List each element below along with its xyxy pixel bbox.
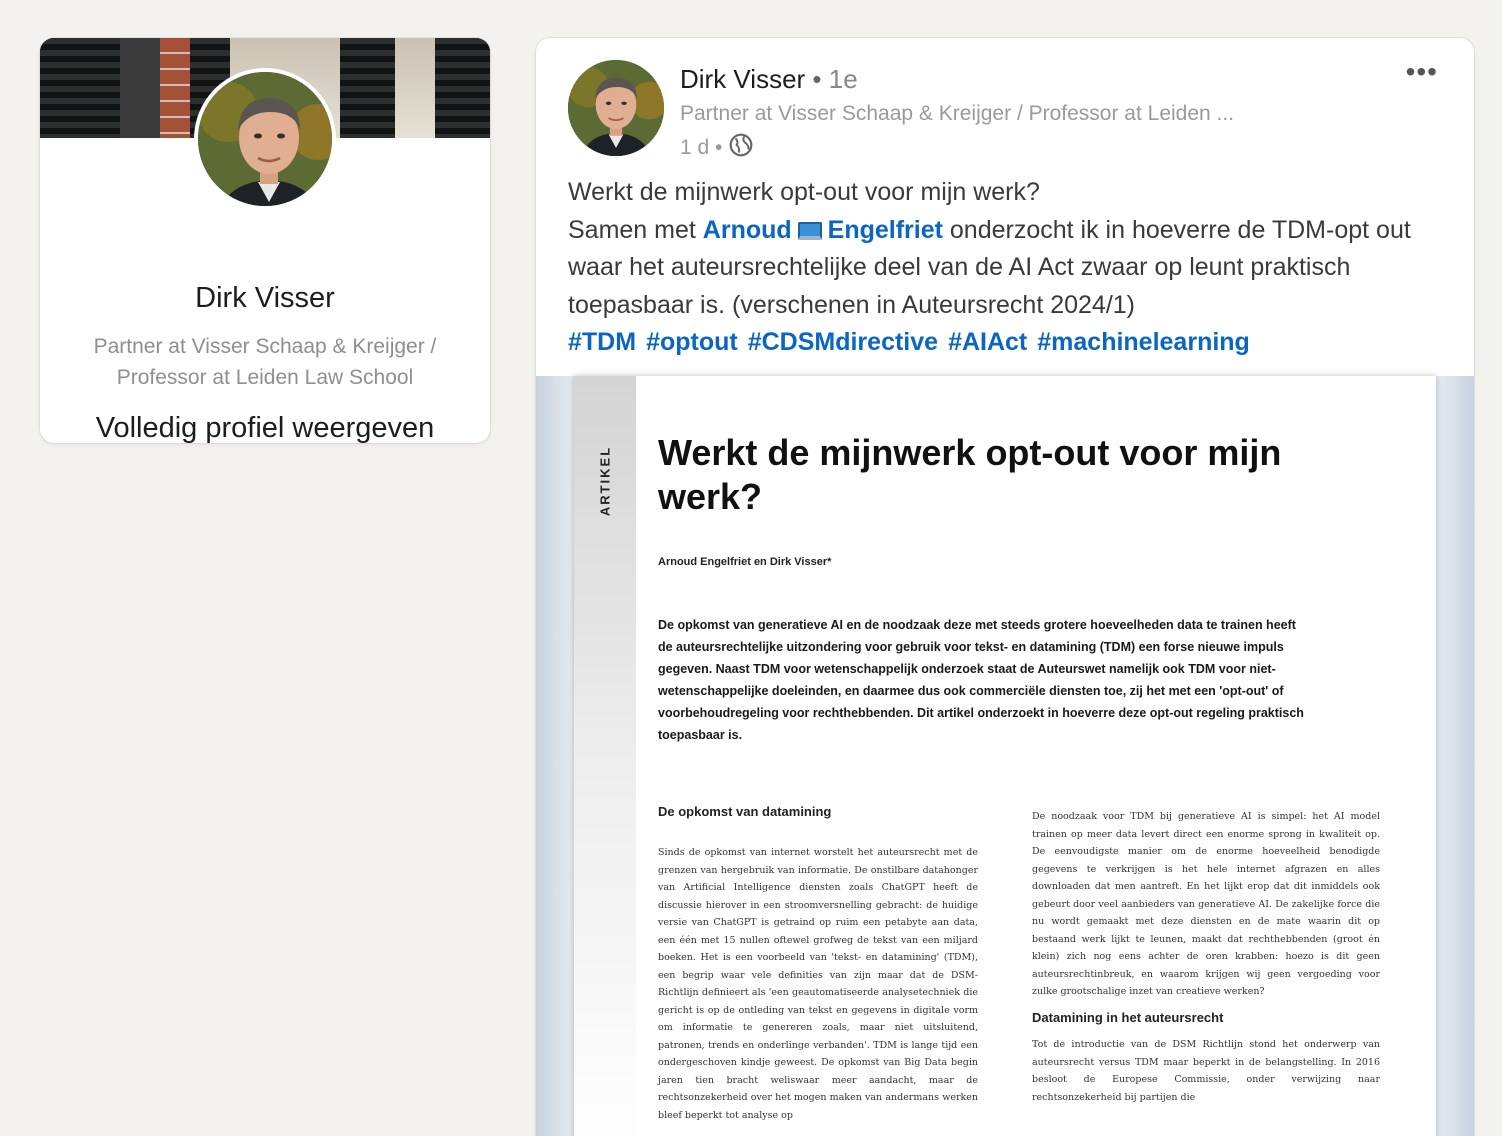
document-paragraph: De noodzaak voor TDM bij generatieve AI …	[1032, 811, 1380, 997]
profile-headline-line: Professor at Leiden Law School	[116, 366, 414, 389]
mention-link[interactable]: Arnoud Engelfriet	[703, 216, 943, 244]
author-headline: Partner at Visser Schaap & Kreijger / Pr…	[680, 102, 1235, 125]
hashtag-link[interactable]: #TDM	[568, 324, 636, 362]
document-side-label-text: ARTIKEL	[597, 445, 613, 517]
ellipsis-icon: •••	[1405, 56, 1438, 87]
more-options-button[interactable]: •••	[1406, 56, 1438, 88]
profile-name[interactable]: Dirk Visser	[40, 282, 490, 315]
document-abstract: De opkomst van generatieve AI en de nood…	[658, 618, 1304, 742]
document-column-right: De noodzaak voor TDM bij generatieve AI …	[1032, 808, 1380, 1106]
post-timestamp: 1 d •	[680, 132, 754, 164]
post-card: Dirk Visser • 1e Partner at Visser Schaa…	[536, 38, 1474, 1136]
hashtag-link[interactable]: #optout	[646, 324, 738, 362]
hashtag-link[interactable]: #CDSMdirective	[748, 324, 938, 362]
name-separator: •	[805, 64, 829, 94]
document-title: Werkt de mijnwerk opt-out voor mijn werk…	[658, 432, 1282, 517]
document-column-left: Sinds de opkomst van internet worstelt h…	[658, 847, 978, 1121]
hashtag-link[interactable]: #machinelearning	[1037, 324, 1250, 362]
document-section-heading: Datamining in het auteursrecht	[1032, 1009, 1224, 1025]
globe-icon	[728, 132, 754, 164]
profile-headline-line: Partner at Visser Schaap & Kreijger /	[93, 335, 437, 358]
view-full-profile-link[interactable]: Volledig profiel weergeven	[40, 412, 490, 443]
author-name[interactable]: Dirk Visser	[680, 64, 805, 94]
document-preview[interactable]: ARTIKEL Werkt de mijnwerk opt-out voor m…	[536, 376, 1474, 1136]
document-section-heading: De opkomst van datamining	[658, 804, 832, 819]
document-page: ARTIKEL Werkt de mijnwerk opt-out voor m…	[574, 376, 1436, 1136]
mention-last-name: Engelfriet	[827, 215, 943, 244]
author-line: Dirk Visser • 1e	[680, 64, 858, 95]
document-paragraph: Tot de introductie van de DSM Richtlijn …	[1032, 1039, 1380, 1103]
document-side-label: ARTIKEL	[590, 436, 620, 526]
post-text: Werkt de mijnwerk opt-out voor mijn werk…	[568, 174, 1448, 362]
post-text-line: Werkt de mijnwerk opt-out voor mijn werk…	[568, 178, 1040, 206]
document-authors: Arnoud Engelfriet en Dirk Visser*	[658, 556, 832, 568]
post-text-segment: Samen met	[568, 215, 703, 244]
avatar[interactable]	[194, 68, 336, 210]
mention-first-name: Arnoud	[702, 215, 792, 244]
profile-headline: Partner at Visser Schaap & Kreijger / Pr…	[70, 331, 460, 393]
hashtag-list: #TDM #optout #CDSMdirective #AIAct #mach…	[568, 324, 1448, 362]
author-avatar[interactable]	[568, 60, 664, 156]
laptop-icon	[797, 221, 822, 240]
post-text-paragraph: Samen met Arnoud Engelfriet onderzocht ik…	[568, 212, 1448, 325]
post-time-text: 1 d •	[680, 136, 723, 159]
hashtag-link[interactable]: #AIAct	[948, 324, 1027, 362]
profile-card: Dirk Visser Partner at Visser Schaap & K…	[40, 38, 490, 443]
connection-degree: 1e	[828, 64, 858, 94]
